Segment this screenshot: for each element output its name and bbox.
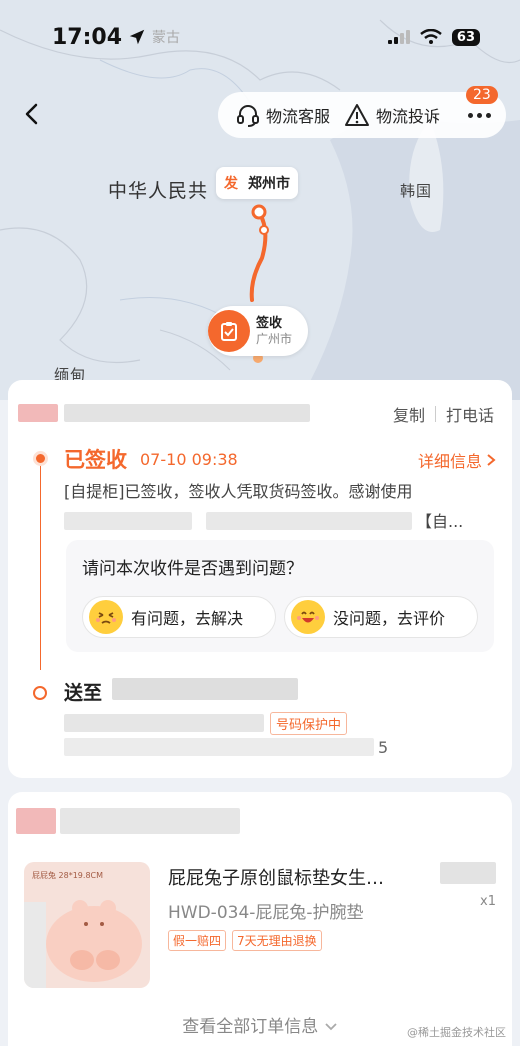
customer-service-button[interactable]: 物流客服: [236, 103, 330, 127]
warning-icon: [345, 104, 370, 126]
privacy-tag: 号码保护中: [270, 712, 348, 735]
complaint-label: 物流投诉: [376, 107, 441, 126]
description-blurred-a: [64, 512, 192, 530]
feedback-question: 请问本次收件是否遇到问题？: [82, 559, 303, 579]
origin-marker: 发 郑州市: [216, 167, 298, 199]
no-problem-button[interactable]: 没问题，去评价: [284, 596, 478, 638]
service-tag: 假一赔四: [168, 930, 227, 951]
service-tags: 假一赔四 7天无理由退换: [168, 930, 322, 951]
more-badge: 23: [466, 86, 498, 104]
address-blurred: [64, 738, 374, 756]
status-description: [自提柜]已签收，签收人凭取货码签收。感谢使用: [64, 482, 413, 501]
chevron-right-icon: [487, 454, 496, 466]
timeline-dot-destination: [33, 686, 47, 700]
back-button[interactable]: [18, 98, 44, 130]
product-image[interactable]: 屁屁兔 28*19.8CM: [24, 862, 150, 988]
send-to-label: 送至: [64, 682, 103, 704]
copy-call-actions: 复制 打电话: [393, 402, 494, 426]
call-button[interactable]: 打电话: [446, 402, 494, 426]
no-problem-button-label: 没问题，去评价: [333, 609, 446, 628]
status-location-label: 蒙古: [152, 30, 181, 46]
origin-badge: 发: [224, 176, 238, 192]
problem-button-label: 有问题，去解决: [131, 609, 244, 628]
origin-city: 郑州市: [248, 176, 290, 192]
feedback-question-box: 请问本次收件是否遇到问题？ 有问题，去解决 没问题，去评价: [66, 540, 494, 652]
chevron-down-icon: [325, 1023, 337, 1031]
tracking-number-blurred: [64, 404, 310, 422]
detail-info-label: 详细信息: [417, 452, 482, 471]
address-tail: 5: [378, 738, 389, 757]
battery-indicator: 63: [451, 28, 480, 46]
status-time: 17:04: [52, 24, 123, 50]
clipboard-check-icon: [208, 310, 250, 352]
customer-service-label: 物流客服: [266, 107, 331, 126]
timeline-line: [40, 460, 41, 670]
happy-face-icon: [291, 600, 325, 634]
complaint-button[interactable]: 物流投诉: [344, 103, 440, 127]
destination-marker: 签收 广州市: [208, 306, 308, 356]
copy-button[interactable]: 复制: [393, 402, 425, 426]
price-blurred: [440, 862, 496, 884]
more-icon: [467, 112, 491, 118]
shop-name-blurred: [60, 808, 240, 834]
location-arrow-icon: [129, 29, 145, 45]
logistics-map[interactable]: 中华人民共 韩国 缅甸 17:04 蒙古 63 物流客服 物流投诉 23 发 郑…: [0, 0, 520, 400]
nav-actions: 物流客服 物流投诉 23: [218, 86, 506, 138]
description-blurred-b: [206, 512, 412, 530]
product-quantity: x1: [480, 894, 496, 909]
status-bar: 17:04 蒙古 63: [0, 0, 520, 74]
status-description-tail: 【自...: [416, 512, 464, 531]
recipient-phone-blurred: [64, 714, 264, 732]
more-button[interactable]: 23: [464, 86, 498, 130]
timeline-dot-current: [33, 451, 48, 466]
order-card: 屁屁兔 28*19.8CM 屁屁兔子原创鼠标垫女生… HWD-034-屁屁兔-护…: [8, 792, 512, 1046]
courier-logo-blurred: [18, 404, 58, 422]
divider: [434, 406, 436, 422]
headset-icon: [237, 105, 259, 127]
map-korea-label: 韩国: [400, 182, 433, 200]
view-all-label: 查看全部订单信息: [182, 1017, 319, 1037]
watermark: @稀土掘金技术社区: [407, 1026, 506, 1039]
destination-city: 广州市: [256, 331, 293, 346]
wifi-icon: [420, 29, 442, 44]
status-title: 已签收: [64, 448, 127, 472]
product-sku: HWD-034-屁屁兔-护腕垫: [168, 903, 364, 923]
detail-info-link[interactable]: 详细信息: [418, 448, 496, 472]
frustrated-face-icon: [89, 600, 123, 634]
map-country-label: 中华人民共: [108, 180, 209, 202]
status-time: 07-10 09:38: [140, 450, 238, 469]
service-tag: 7天无理由退换: [232, 930, 322, 951]
tracking-card: 复制 打电话 已签收 07-10 09:38 详细信息 [自提柜]已签收，签收人…: [8, 380, 512, 778]
product-image-brand: 屁屁兔 28*19.8CM: [32, 871, 104, 880]
product-title[interactable]: 屁屁兔子原创鼠标垫女生…: [168, 864, 418, 890]
problem-button[interactable]: 有问题，去解决: [82, 596, 276, 638]
back-arrow-icon: [25, 103, 38, 125]
signal-icon: [387, 30, 410, 44]
destination-status: 签收: [256, 316, 283, 331]
shop-logo-blurred: [16, 808, 56, 834]
recipient-name-blurred: [112, 678, 298, 700]
